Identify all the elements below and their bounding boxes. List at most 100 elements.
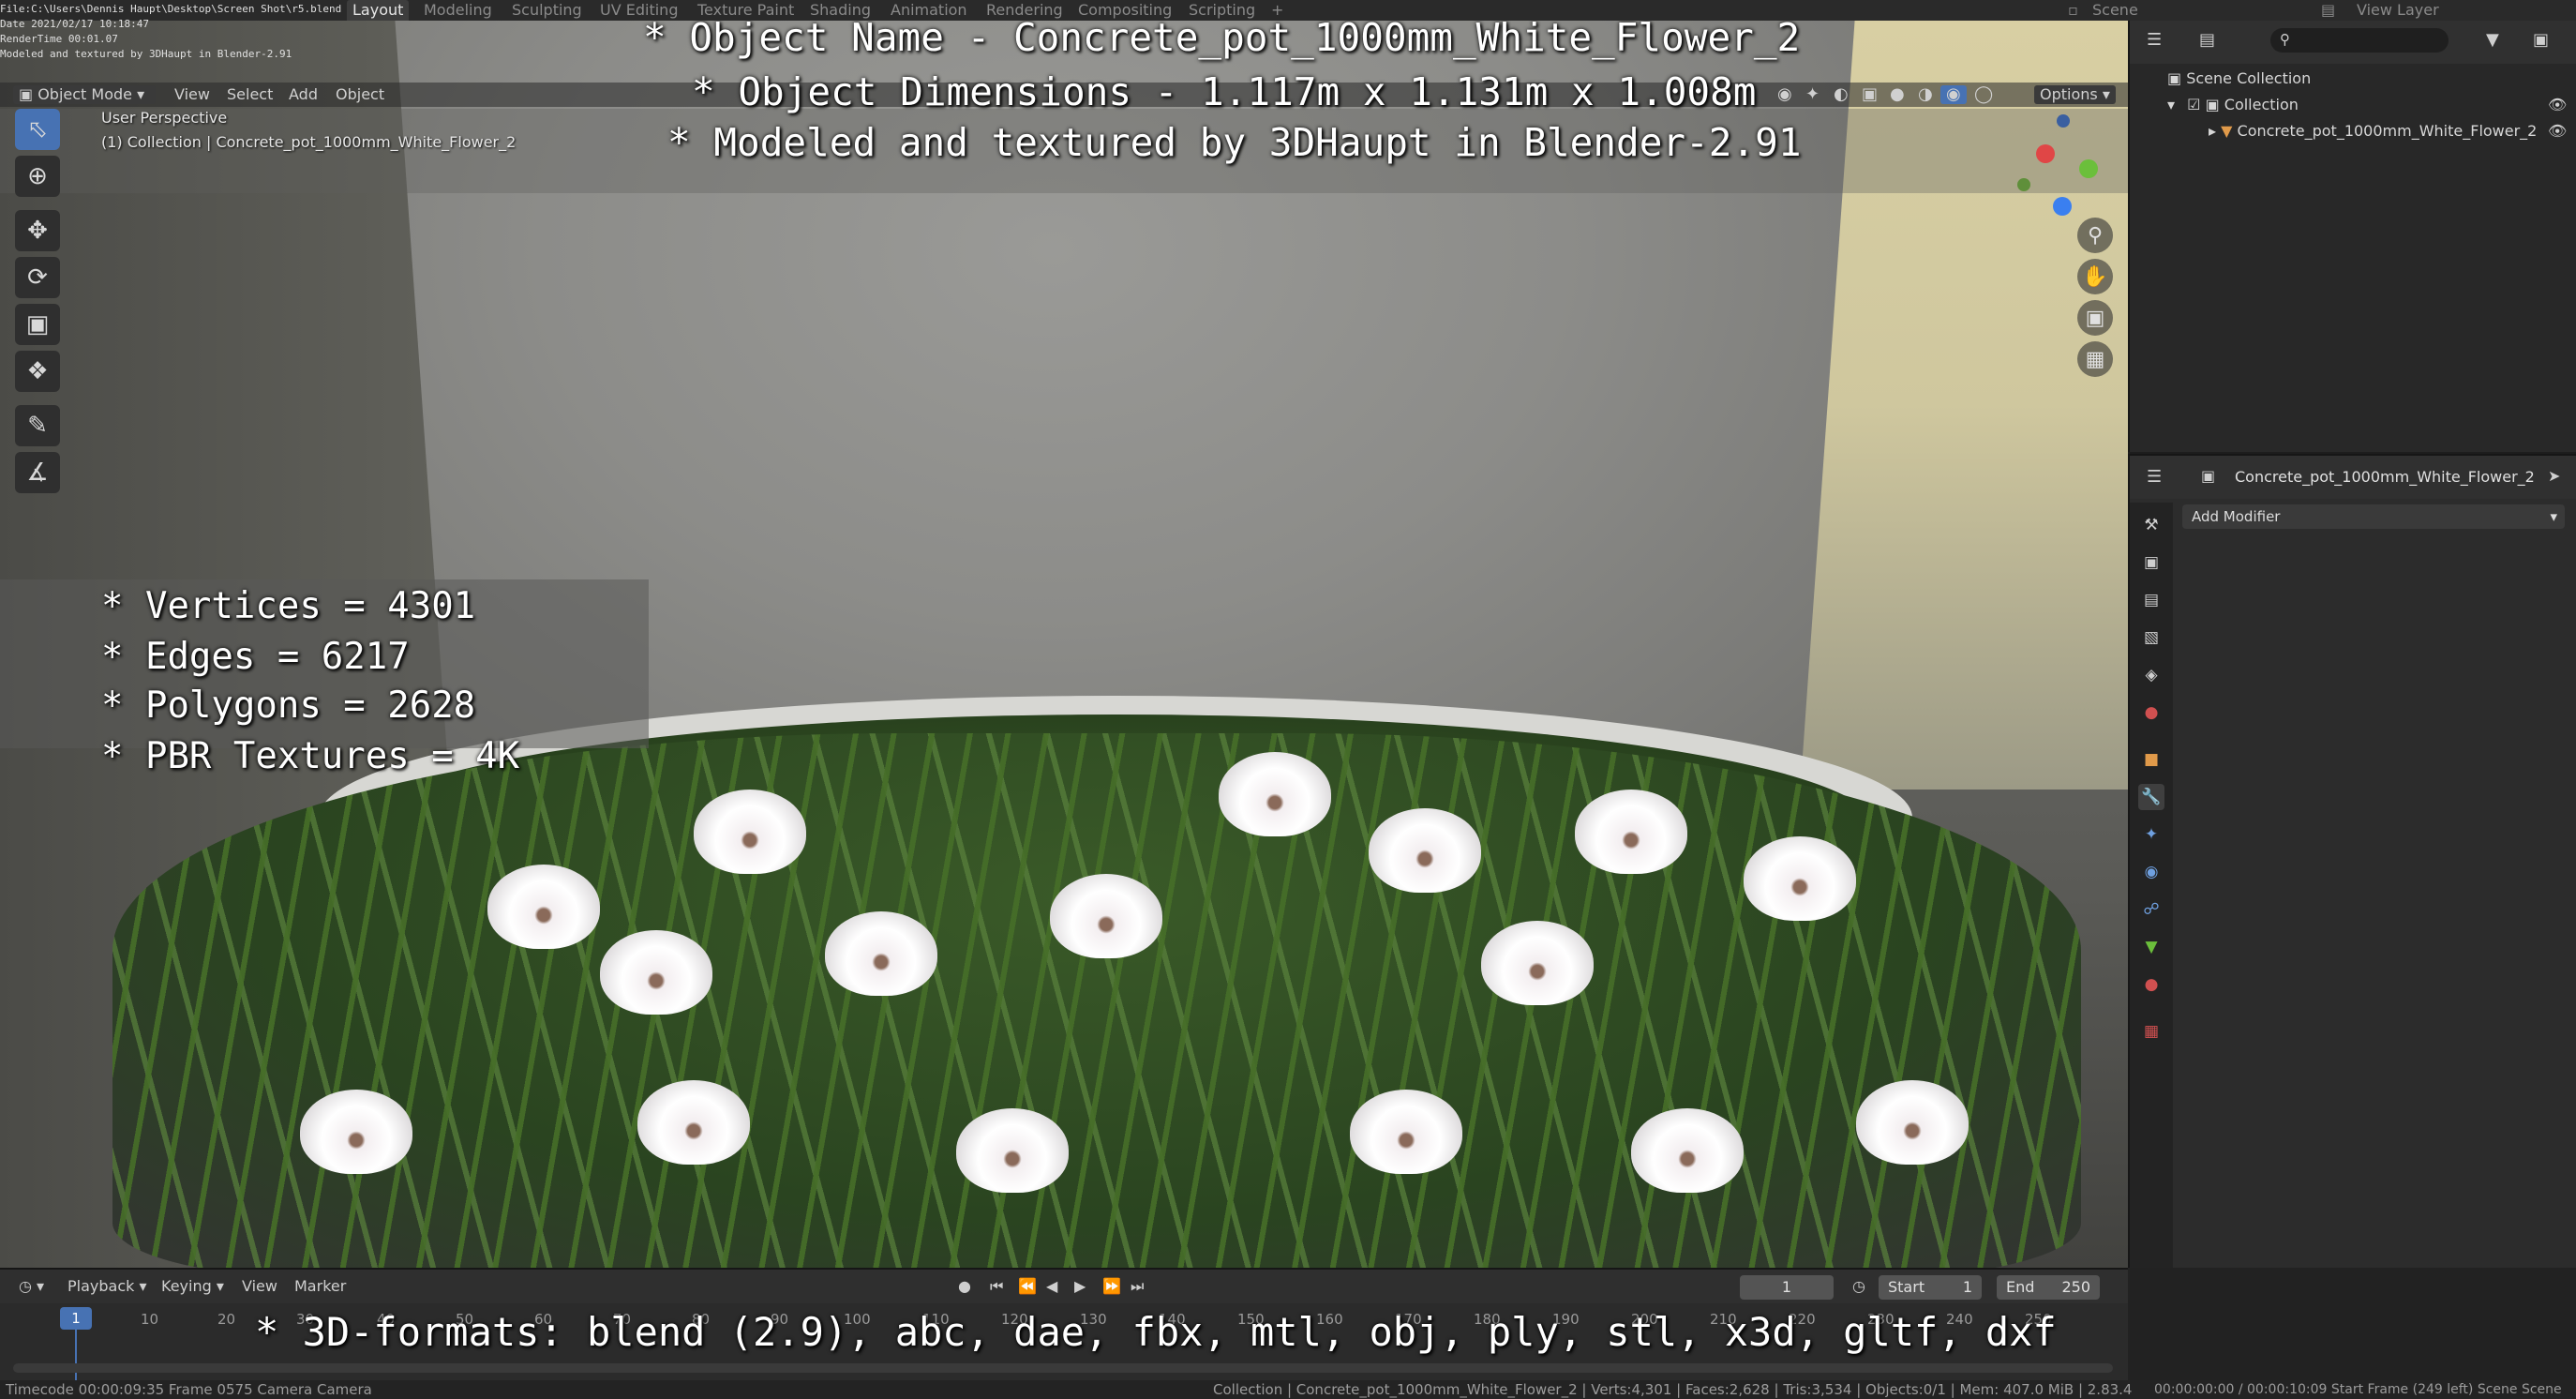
editor-type-icon[interactable]: ☰ [2147, 30, 2162, 50]
transform-icon[interactable]: ❖ [15, 351, 60, 392]
xray-icon[interactable]: ▣ [1856, 85, 1883, 104]
scene-icon[interactable]: ▫ [2062, 0, 2084, 21]
menu-keying[interactable]: Keying ▾ [156, 1275, 230, 1298]
menu-select[interactable]: Select [221, 85, 278, 104]
next-keyframe-icon[interactable]: ⏩ [1097, 1275, 1127, 1298]
3d-viewport[interactable]: ▣ Object Mode ▾ View Select Add Object ◉… [0, 21, 2128, 1268]
menu-object[interactable]: Object [330, 85, 390, 104]
render-tab-icon[interactable]: ▣ [2138, 549, 2164, 576]
view-layer-selector[interactable]: View Layer [2351, 0, 2445, 21]
move-icon[interactable]: ✥ [15, 210, 60, 251]
timeline-scrollbar[interactable] [13, 1363, 2113, 1373]
world-tab-icon[interactable]: ● [2138, 700, 2164, 726]
play-icon[interactable]: ▶ [1069, 1275, 1091, 1298]
pin-icon[interactable]: ➤ [2548, 467, 2560, 485]
axis-z-icon[interactable] [2053, 197, 2072, 216]
camera-icon[interactable]: ▣ [2077, 300, 2113, 336]
outliner-search-input[interactable]: ⚲ [2270, 28, 2449, 53]
zoom-icon[interactable]: ⚲ [2077, 218, 2113, 253]
data-tab-icon[interactable]: ▼ [2138, 934, 2164, 960]
menu-view[interactable]: View [169, 85, 216, 104]
axis-neg-z-icon[interactable] [2057, 114, 2070, 128]
tab-compositing[interactable]: Compositing [1072, 0, 1177, 21]
tab-scripting[interactable]: Scripting [1183, 0, 1261, 21]
clock-icon[interactable]: ◷ [1847, 1275, 1871, 1298]
options-dropdown[interactable]: Options ▾ [2034, 85, 2116, 104]
constraints-tab-icon[interactable]: ☍ [2138, 896, 2164, 923]
render-stamp-time: RenderTime 00:01.07 [0, 33, 118, 45]
scale-icon[interactable]: ▣ [15, 304, 60, 345]
cursor-icon[interactable]: ⊕ [15, 156, 60, 197]
playhead-line[interactable] [75, 1330, 77, 1382]
tab-uv-editing[interactable]: UV Editing [594, 0, 683, 21]
add-workspace-button[interactable]: + [1266, 0, 1289, 21]
shading-rendered-icon[interactable]: ◉ [1940, 85, 1967, 104]
outliner-row-collection[interactable]: ▾ ☑ ▣ Collection [2130, 92, 2576, 118]
overlays-icon[interactable]: ◐ [1828, 85, 1854, 104]
record-icon[interactable]: ● [952, 1275, 977, 1298]
expand-arrow-icon[interactable]: ▸ [2209, 122, 2216, 140]
outliner-row-scene-collection[interactable]: ▣ Scene Collection [2130, 66, 2576, 92]
tab-shading[interactable]: Shading [804, 0, 876, 21]
jump-end-icon[interactable]: ⏭ [1125, 1275, 1149, 1298]
gizmo-icon[interactable]: ✦ [1800, 85, 1825, 104]
stats-textures: * PBR Textures = 4K [101, 735, 520, 777]
material-tab-icon[interactable]: ● [2138, 971, 2164, 998]
visibility-icon[interactable]: ◉ [1772, 85, 1798, 104]
axis-y-icon[interactable] [2079, 159, 2098, 178]
object-icon: ▼ [2221, 122, 2238, 140]
tab-texture-paint[interactable]: Texture Paint [692, 0, 800, 21]
menu-marker[interactable]: Marker [289, 1275, 352, 1298]
view-layer-tab-icon[interactable]: ▧ [2138, 624, 2164, 651]
physics-tab-icon[interactable]: ◉ [2138, 859, 2164, 885]
annotate-icon[interactable]: ✎ [15, 405, 60, 446]
view-layer-icon[interactable]: ▤ [2315, 0, 2341, 21]
modifier-wrench-icon[interactable]: 🔧 [2138, 784, 2164, 810]
select-box-icon[interactable]: ⬁ [15, 109, 60, 150]
output-tab-icon[interactable]: ▤ [2138, 587, 2164, 613]
scene-selector[interactable]: Scene [2087, 0, 2144, 21]
particles-tab-icon[interactable]: ✦ [2138, 821, 2164, 848]
menu-view[interactable]: View [236, 1275, 283, 1298]
menu-playback[interactable]: Playback ▾ [62, 1275, 153, 1298]
play-reverse-icon[interactable]: ◀ [1041, 1275, 1063, 1298]
tab-sculpting[interactable]: Sculpting [506, 0, 588, 21]
object-mode-dropdown[interactable]: ▣ Object Mode ▾ [13, 85, 156, 104]
jump-start-icon[interactable]: ⏮ [984, 1275, 1009, 1298]
shading-material-icon[interactable]: ◑ [1912, 85, 1939, 104]
playhead-frame-indicator[interactable]: 1 [60, 1307, 92, 1330]
tab-animation[interactable]: Animation [885, 0, 973, 21]
add-modifier-dropdown[interactable]: Add Modifier ▾ [2182, 504, 2565, 529]
start-frame-field[interactable]: Start 1 [1879, 1275, 1982, 1300]
prev-keyframe-icon[interactable]: ⏪ [1012, 1275, 1042, 1298]
eye-icon[interactable]: 👁 [2548, 96, 2567, 113]
tab-rendering[interactable]: Rendering [981, 0, 1069, 21]
expand-arrow-icon[interactable]: ▾ [2167, 96, 2175, 113]
object-tab-icon[interactable]: ■ [2138, 746, 2164, 773]
measure-icon[interactable]: ∡ [15, 452, 60, 493]
texture-tab-icon[interactable]: ▦ [2138, 1018, 2164, 1045]
filter-icon[interactable]: ▼ [2486, 30, 2499, 50]
rotate-icon[interactable]: ⟳ [15, 257, 60, 298]
pan-hand-icon[interactable]: ✋ [2077, 259, 2113, 294]
editor-type-icon[interactable]: ☰ [2147, 467, 2162, 487]
end-frame-field[interactable]: End 250 [1997, 1275, 2100, 1300]
axis-x-icon[interactable] [2036, 144, 2055, 163]
grid-icon[interactable]: ▦ [2077, 341, 2113, 377]
eye-icon[interactable]: 👁 [2548, 122, 2567, 140]
start-value: 1 [1962, 1278, 1972, 1296]
current-frame-field[interactable]: 1 [1740, 1275, 1834, 1300]
shading-solid-icon[interactable]: ● [1884, 85, 1910, 104]
shading-wire-icon[interactable]: ◯ [1969, 85, 1999, 104]
new-collection-icon[interactable]: ▣ [2533, 30, 2549, 50]
navigation-gizmo[interactable] [2006, 114, 2109, 218]
editor-type-icon[interactable]: ◷ ▾ [13, 1275, 50, 1298]
checkbox-icon[interactable]: ☑ [2187, 96, 2200, 113]
axis-neg-y-icon[interactable] [2017, 178, 2030, 191]
tab-modeling[interactable]: Modeling [418, 0, 498, 21]
outliner-row-object[interactable]: ▸ ▼ Concrete_pot_1000mm_White_Flower_2 [2130, 118, 2576, 144]
menu-add[interactable]: Add [283, 85, 323, 104]
display-mode-icon[interactable]: ▤ [2199, 30, 2215, 50]
scene-tab-icon[interactable]: ◈ [2138, 662, 2164, 688]
tool-tab-icon[interactable]: ⚒ [2138, 512, 2164, 538]
